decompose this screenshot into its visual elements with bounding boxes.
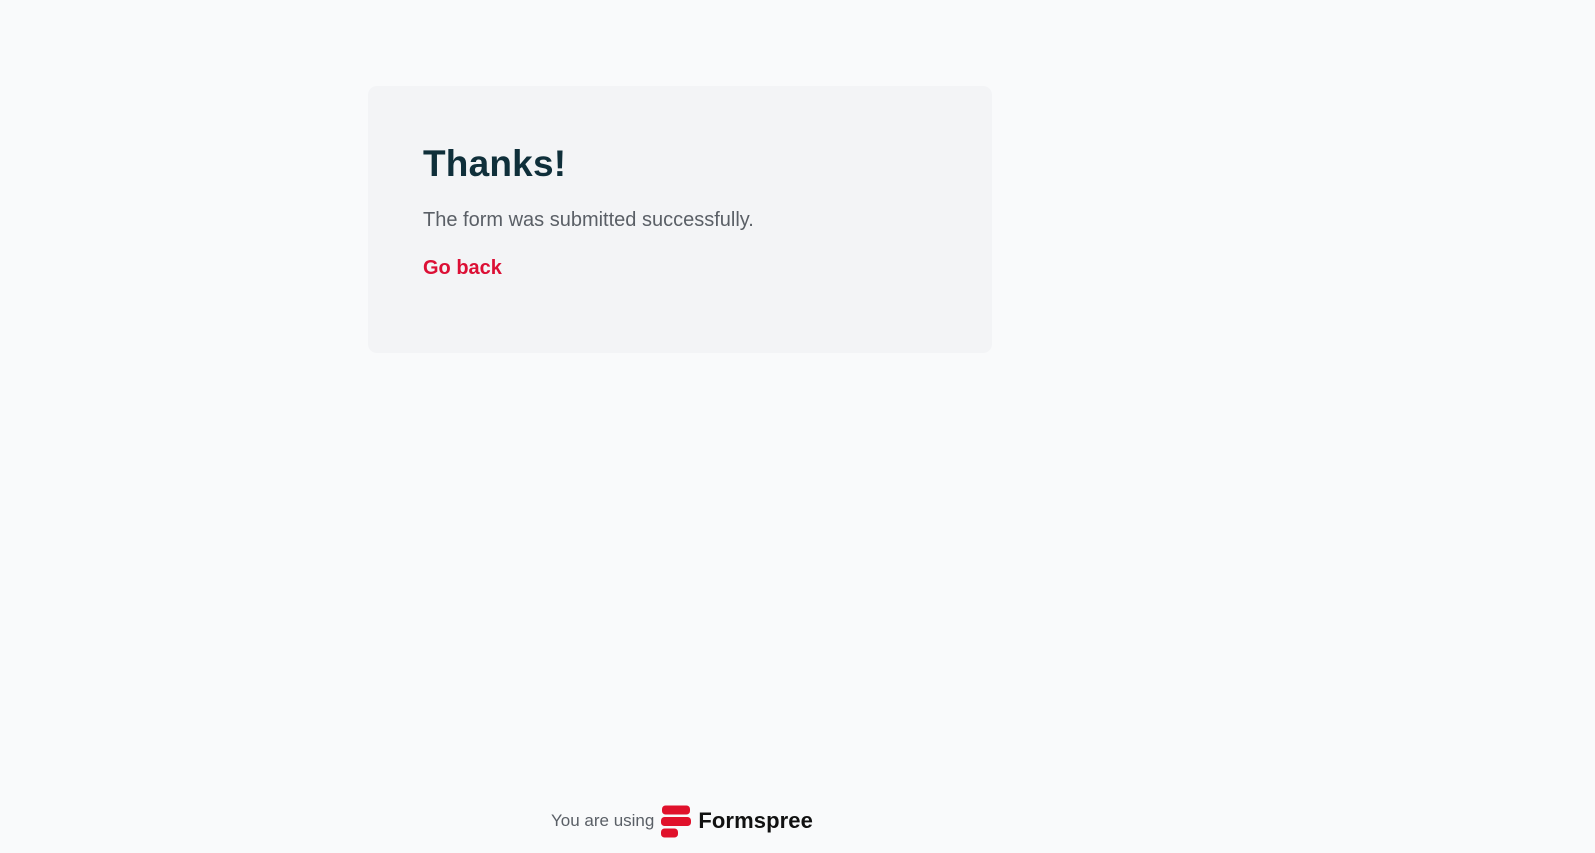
go-back-link[interactable]: Go back [423, 255, 502, 281]
using-text: You are using [551, 811, 655, 830]
confirmation-card: Thanks! The form was submitted successfu… [368, 86, 992, 353]
formspree-brand-link[interactable]: Formspree [661, 805, 813, 838]
footer-branding: You are using Formspree [551, 804, 813, 838]
page-title: Thanks! [423, 143, 567, 184]
success-message: The form was submitted successfully. [423, 209, 754, 231]
brand-name: Formspree [698, 808, 813, 833]
formspree-logo-icon [661, 805, 692, 837]
